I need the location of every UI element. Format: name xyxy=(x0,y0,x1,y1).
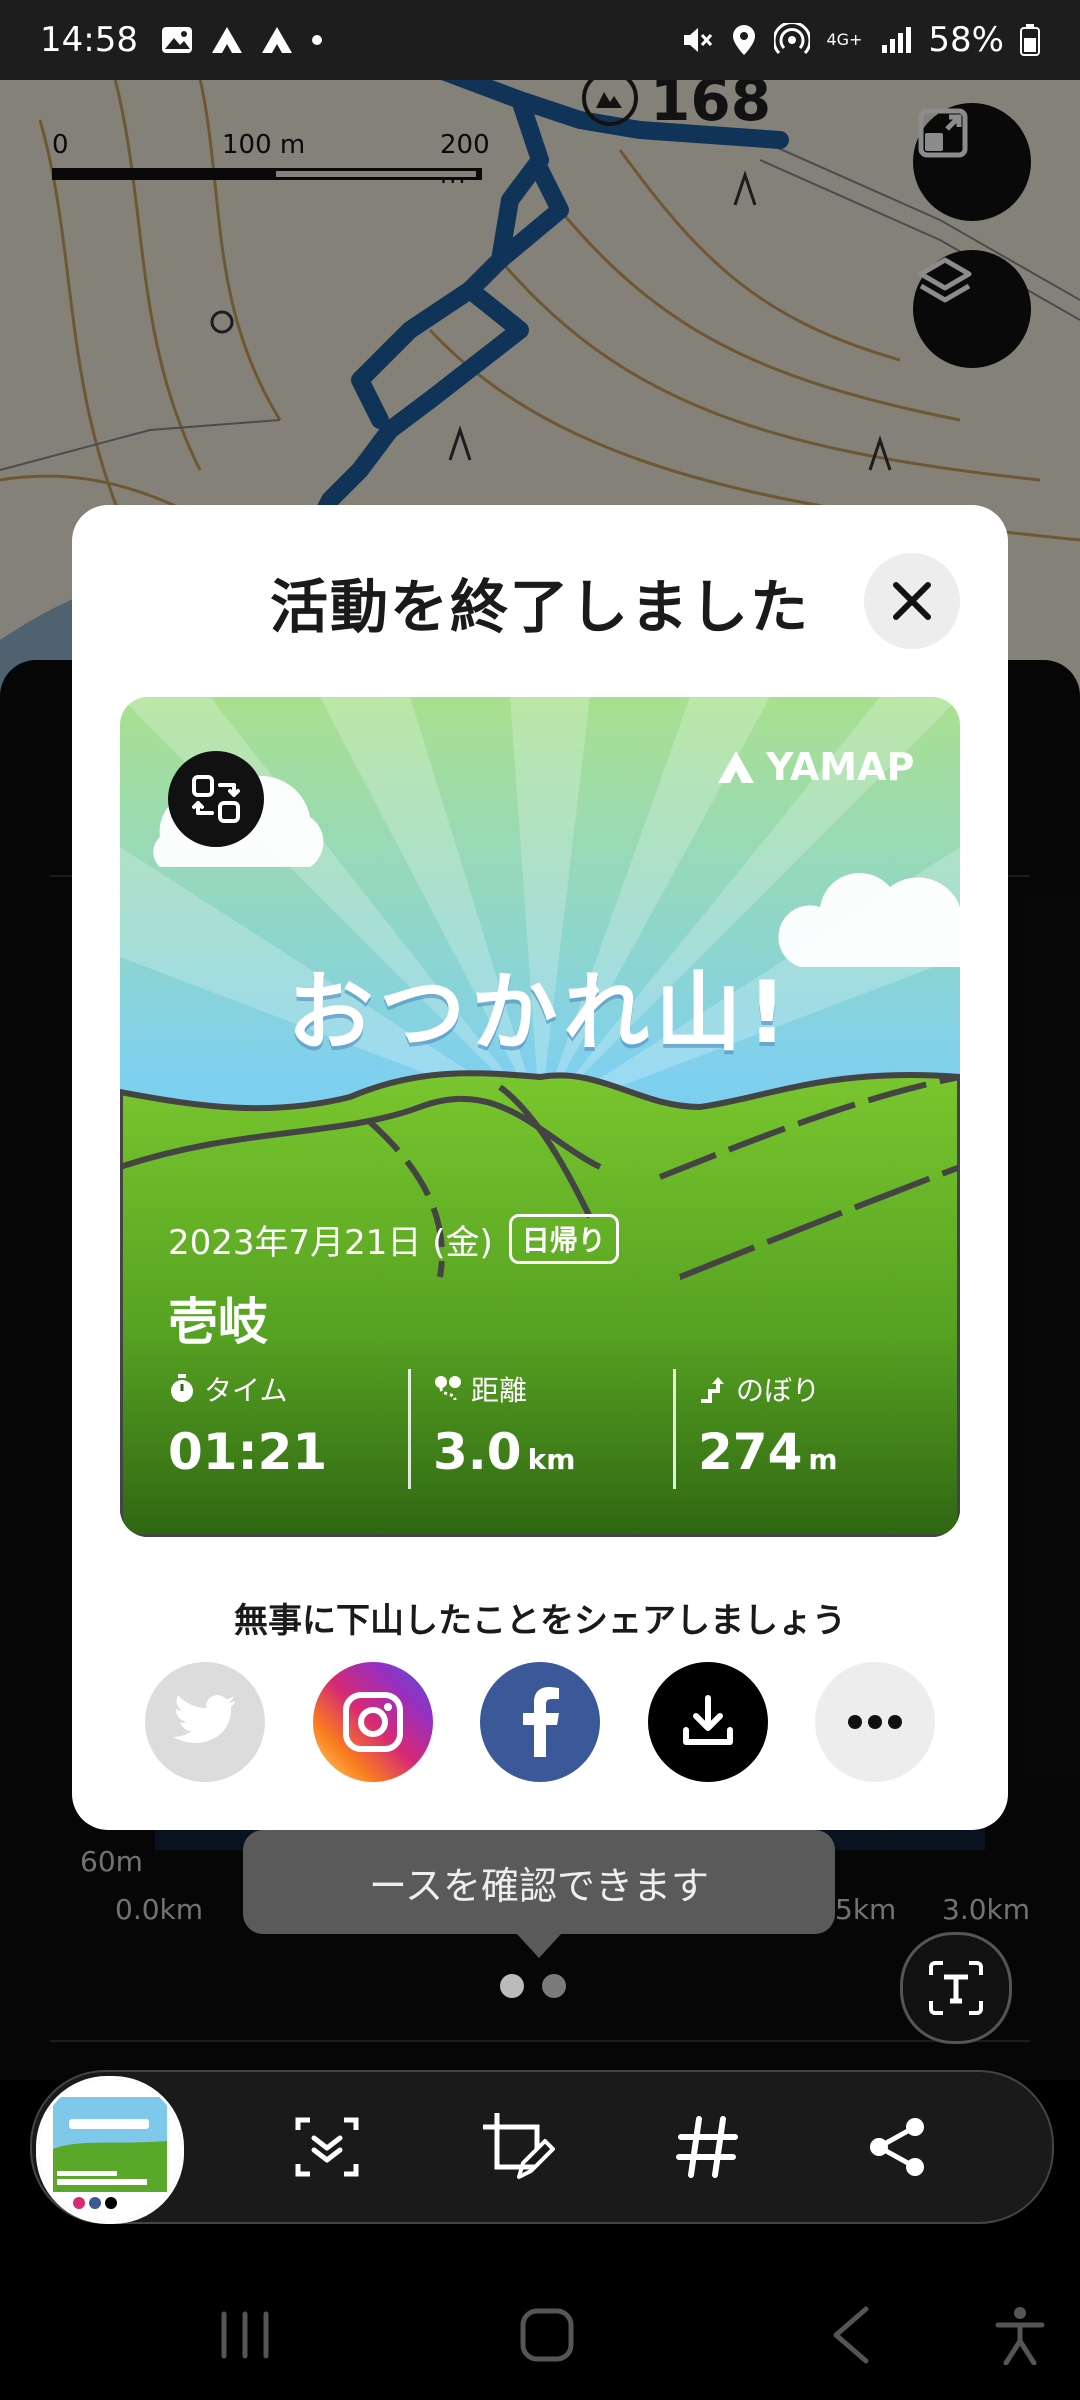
activity-date: 2023年7月21日 (金) xyxy=(168,1222,493,1263)
screenshot-toolbar xyxy=(30,2070,1054,2224)
share-buttons xyxy=(145,1662,935,1782)
summary-card: YAMAP おつかれ山! 2023年7月21日 (金) 日帰り 壱岐 タイム 0… xyxy=(120,697,960,1537)
swap-icon xyxy=(192,775,240,823)
text-extract-button[interactable] xyxy=(900,1932,1012,2044)
share-twitter-button[interactable] xyxy=(145,1662,265,1782)
stat-distance: 距離 3.0 km xyxy=(408,1369,673,1489)
course-tooltip: ースを確認できます xyxy=(243,1830,835,1958)
swap-card-button[interactable] xyxy=(168,751,264,847)
brand-name: YAMAP xyxy=(766,745,915,789)
route-pins-icon xyxy=(435,1376,461,1401)
activity-finished-dialog: 活動を終了しました YAMAP おつかれ山! 2023年7月21日 (金) 日帰… xyxy=(72,505,1008,1830)
signal-icon xyxy=(882,27,912,53)
share-instagram-button[interactable] xyxy=(312,1662,433,1782)
gallery-icon xyxy=(161,27,192,53)
more-share-options-button[interactable] xyxy=(815,1662,935,1782)
close-icon xyxy=(893,582,931,620)
hotspot-icon xyxy=(774,23,811,55)
stat-ascent: のぼり 274 m xyxy=(673,1369,938,1489)
hashtag-button[interactable] xyxy=(662,2102,752,2192)
back-button[interactable] xyxy=(815,2300,885,2370)
system-navigation-bar xyxy=(0,2260,1080,2400)
download-button[interactable] xyxy=(647,1662,768,1782)
activity-date-row: 2023年7月21日 (金) 日帰り xyxy=(168,1214,619,1264)
thumbnail-preview xyxy=(39,2079,181,2221)
ascent-icon xyxy=(701,1377,724,1403)
scroll-capture-button[interactable] xyxy=(282,2102,372,2192)
stat-unit: m xyxy=(808,1443,838,1476)
hashtag-icon xyxy=(676,2116,738,2178)
crop-edit-button[interactable] xyxy=(472,2102,562,2192)
card-headline: おつかれ山! xyxy=(287,963,793,1063)
battery-percent: 58% xyxy=(928,20,1004,60)
text-scan-icon xyxy=(929,1961,983,2015)
page-indicator xyxy=(500,1974,566,1998)
recent-apps-button[interactable] xyxy=(210,2300,280,2370)
network-type: 4G+ xyxy=(826,30,863,49)
stat-label: タイム xyxy=(204,1374,288,1407)
status-time: 14:58 xyxy=(40,20,138,60)
yamap-logo-icon xyxy=(718,751,754,783)
tooltip-text: ースを確認できます xyxy=(368,1863,710,1908)
yamap-notification-icon xyxy=(211,27,242,53)
activity-stats: タイム 01:21 距離 3.0 km のぼり 274 m xyxy=(168,1369,938,1489)
accessibility-button[interactable] xyxy=(985,2300,1055,2370)
more-horizontal-icon xyxy=(848,1715,902,1729)
stopwatch-icon xyxy=(171,1374,193,1402)
page-dot-active xyxy=(500,1974,524,1998)
scroll-capture-icon xyxy=(295,2117,359,2177)
facebook-icon xyxy=(523,1687,559,1757)
activity-place: 壱岐 xyxy=(168,1293,268,1351)
screenshot-thumbnail[interactable] xyxy=(36,2076,184,2224)
recents-icon xyxy=(221,2311,269,2359)
download-icon xyxy=(682,1695,733,1745)
trip-type-badge: 日帰り xyxy=(508,1214,619,1264)
battery-icon xyxy=(1020,24,1040,56)
stat-value: 3.0 xyxy=(433,1423,522,1481)
crop-edit-icon xyxy=(483,2113,555,2179)
share-facebook-button[interactable] xyxy=(480,1662,600,1782)
home-button[interactable] xyxy=(512,2300,582,2370)
more-notifications-dot xyxy=(311,35,322,45)
stat-unit: km xyxy=(527,1443,576,1476)
page-dot xyxy=(542,1974,566,1998)
stat-label: 距離 xyxy=(471,1374,528,1407)
stat-value: 274 xyxy=(698,1423,803,1481)
stat-time: タイム 01:21 xyxy=(168,1369,408,1489)
accessibility-icon xyxy=(995,2307,1045,2365)
stat-label: のぼり xyxy=(736,1374,821,1407)
twitter-icon xyxy=(173,1695,235,1744)
stat-value: 01:21 xyxy=(168,1423,328,1481)
mute-icon xyxy=(684,28,713,52)
yamap-logo: YAMAP xyxy=(716,737,914,797)
status-bar: 14:58 4G+ 58% xyxy=(0,0,1080,80)
share-prompt: 無事に下山したことをシェアしましょう xyxy=(234,1601,846,1641)
share-screenshot-button[interactable] xyxy=(852,2102,942,2192)
close-button[interactable] xyxy=(864,553,960,649)
home-icon xyxy=(520,2308,574,2362)
share-icon xyxy=(870,2118,924,2176)
location-icon xyxy=(733,25,756,55)
yamap-notification-icon xyxy=(261,27,292,53)
instagram-icon xyxy=(342,1692,403,1752)
back-icon xyxy=(833,2306,869,2364)
